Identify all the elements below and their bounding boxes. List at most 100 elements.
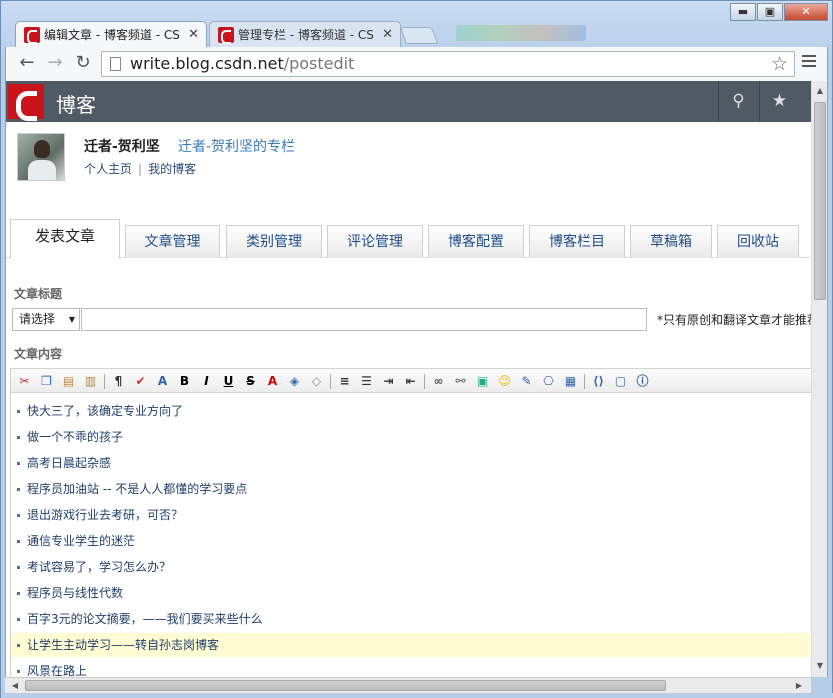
site-brand[interactable]: 博客 (56, 89, 96, 118)
maximize-button[interactable]: ▣ (757, 3, 783, 21)
csdn-favicon-icon (24, 27, 40, 44)
source-icon[interactable]: ⟨⟩ (590, 373, 607, 389)
page-icon (110, 57, 121, 71)
bold-icon[interactable]: B (176, 373, 193, 389)
bookmark-star-icon[interactable]: ☆ (771, 53, 788, 75)
my-blog-link[interactable]: 我的博客 (148, 162, 196, 176)
vertical-scroll-thumb[interactable] (814, 102, 826, 300)
page-content: 博客 ⚲ ★ 迁者-贺利坚 迁者-贺利坚的专栏 个人主页 | 我的博客 发表文章 文… (6, 81, 811, 677)
back-arrow-icon[interactable]: ← (16, 53, 38, 73)
list-item[interactable]: 程序员与线性代数 (11, 581, 811, 605)
tab-category-manage[interactable]: 类别管理 (226, 225, 322, 258)
tab-comment-manage[interactable]: 评论管理 (327, 225, 423, 258)
spellcheck-icon[interactable]: ✔ (132, 373, 149, 389)
highlight-icon[interactable]: ◈ (286, 373, 303, 389)
horizontal-scrollbar[interactable]: ◀ ▶ (5, 677, 811, 693)
list-item[interactable]: 做一个不乖的孩子 (11, 425, 811, 449)
tab-title: 管理专栏 - 博客频道 - CS (238, 28, 374, 42)
fullscreen-icon[interactable]: ▢ (612, 373, 629, 389)
scroll-right-icon[interactable]: ▶ (791, 678, 807, 693)
code-icon[interactable]: ⎔ (540, 373, 557, 389)
recommend-note: *只有原创和翻译文章才能推荐 (657, 313, 811, 327)
edit-icon[interactable]: ✎ (518, 373, 535, 389)
horizontal-scroll-thumb[interactable] (25, 680, 666, 691)
title-row: 请选择 *只有原创和翻译文章才能推荐 (12, 308, 811, 331)
column-link[interactable]: 迁者-贺利坚的专栏 (178, 136, 295, 156)
page-viewport: 博客 ⚲ ★ 迁者-贺利坚 迁者-贺利坚的专栏 个人主页 | 我的博客 发表文章 文… (5, 81, 828, 677)
list-item[interactable]: 考试容易了，学习怎么办？ (11, 555, 811, 579)
tab-blog-config[interactable]: 博客配置 (428, 225, 524, 258)
csdn-favicon-icon (218, 27, 234, 44)
paste-icon[interactable]: ▤ (60, 373, 77, 389)
scroll-left-icon[interactable]: ◀ (7, 678, 23, 693)
scroll-down-icon[interactable]: ▼ (812, 658, 827, 674)
list-item[interactable]: 通信专业学生的迷茫 (11, 529, 811, 553)
tab-post-article[interactable]: 发表文章 (10, 219, 120, 259)
format-icon[interactable]: ¶ (110, 373, 127, 389)
forward-arrow-icon[interactable]: → (44, 53, 66, 73)
list-item[interactable]: 高考日晨起杂感 (11, 451, 811, 475)
eraser-icon[interactable]: ◇ (308, 373, 325, 389)
browser-tab-edit-article[interactable]: 编辑文章 - 博客频道 - CS ✕ (15, 21, 207, 48)
indent-icon[interactable]: ⇥ (380, 373, 397, 389)
emoticon-icon[interactable]: ☺ (496, 373, 513, 389)
tab-article-manage[interactable]: 文章管理 (125, 225, 220, 258)
blog-tabs: 发表文章 文章管理 类别管理 评论管理 博客配置 博客栏目 草稿箱 回收站 (6, 217, 811, 259)
text-color-icon[interactable]: A (264, 373, 281, 389)
star-icon[interactable]: ★ (759, 81, 799, 122)
article-type-select[interactable]: 请选择 (12, 308, 80, 331)
minimize-button[interactable]: ▬ (730, 3, 756, 21)
reload-icon[interactable]: ↻ (72, 53, 94, 73)
outdent-icon[interactable]: ⇤ (402, 373, 419, 389)
link-icon[interactable]: ∞ (430, 373, 447, 389)
avatar[interactable] (17, 133, 65, 181)
address-bar[interactable]: write.blog.csdn.net/postedit ☆ (101, 51, 795, 77)
paste-text-icon[interactable]: ▥ (82, 373, 99, 389)
strikethrough-icon[interactable]: S (242, 373, 259, 389)
underline-icon[interactable]: U (220, 373, 237, 389)
list-item[interactable]: 风景在路上 (11, 659, 811, 677)
list-item-highlighted[interactable]: 让学生主动学习——转自孙志岗博客 (11, 633, 811, 657)
browser-window: 编辑文章 - 博客频道 - CS ✕ 管理专栏 - 博客频道 - CS ✕ ▬ … (0, 0, 833, 698)
url-text: write.blog.csdn.net/postedit (130, 54, 354, 74)
tab-strip: 编辑文章 - 博客频道 - CS ✕ 管理专栏 - 博客频道 - CS ✕ ▬ … (1, 1, 833, 48)
tab-title: 编辑文章 - 博客频道 - CS (44, 28, 180, 42)
unlink-icon[interactable]: ⚯ (452, 373, 469, 389)
list-item[interactable]: 退出游戏行业去考研，可否？ (11, 503, 811, 527)
editor-content[interactable]: 快大三了，该确定专业方向了 做一个不乖的孩子 高考日晨起杂感 程序员加油站 --… (10, 393, 811, 677)
menu-icon[interactable] (802, 55, 816, 70)
align-icon[interactable]: ≡ (336, 373, 353, 389)
list-item[interactable]: 程序员加油站 -- 不是人人都懂的学习要点 (11, 477, 811, 501)
username: 迁者-贺利坚 (84, 139, 160, 155)
tab-blog-column[interactable]: 博客栏目 (529, 225, 625, 258)
flash-icon[interactable]: ▦ (562, 373, 579, 389)
vertical-scrollbar[interactable]: ▲ ▼ (811, 81, 827, 677)
editor-toolbar: ✂ ❐ ▤ ▥ ¶ ✔ A B I U S A ◈ ◇ ≡ ☰ ⇥ ⇤ ∞ ⚯ … (10, 368, 811, 393)
tab-close-icon[interactable]: ✕ (188, 22, 199, 48)
titlebar-decoration (456, 25, 586, 41)
image-icon[interactable]: ▣ (474, 373, 491, 389)
bullet-list-icon[interactable]: ☰ (358, 373, 375, 389)
tab-recycle-bin[interactable]: 回收站 (717, 225, 799, 258)
about-icon[interactable]: ⓘ (634, 373, 651, 389)
tab-drafts[interactable]: 草稿箱 (630, 225, 712, 258)
close-window-button[interactable]: ✕ (784, 3, 828, 21)
browser-toolbar: ← → ↻ write.blog.csdn.net/postedit ☆ (5, 47, 828, 81)
search-icon[interactable]: ⚲ (718, 81, 758, 122)
font-icon[interactable]: A (154, 373, 171, 389)
tab-close-icon[interactable]: ✕ (382, 22, 393, 48)
content-label: 文章内容 (14, 347, 63, 361)
scroll-up-icon[interactable]: ▲ (812, 83, 827, 99)
window-bottom-frame (1, 693, 833, 698)
copy-icon[interactable]: ❐ (38, 373, 55, 389)
url-path: /postedit (283, 54, 355, 73)
home-link[interactable]: 个人主页 (84, 162, 132, 176)
list-item[interactable]: 百字3元的论文摘要，——我们要买来些什么 (11, 607, 811, 631)
cut-icon[interactable]: ✂ (16, 373, 33, 389)
browser-tab-manage-column[interactable]: 管理专栏 - 博客频道 - CS ✕ (209, 21, 401, 48)
italic-icon[interactable]: I (198, 373, 215, 389)
list-item[interactable]: 快大三了，该确定专业方向了 (11, 399, 811, 423)
article-title-input[interactable] (81, 308, 647, 331)
csdn-logo[interactable] (8, 84, 44, 121)
new-tab-button[interactable] (399, 27, 439, 44)
